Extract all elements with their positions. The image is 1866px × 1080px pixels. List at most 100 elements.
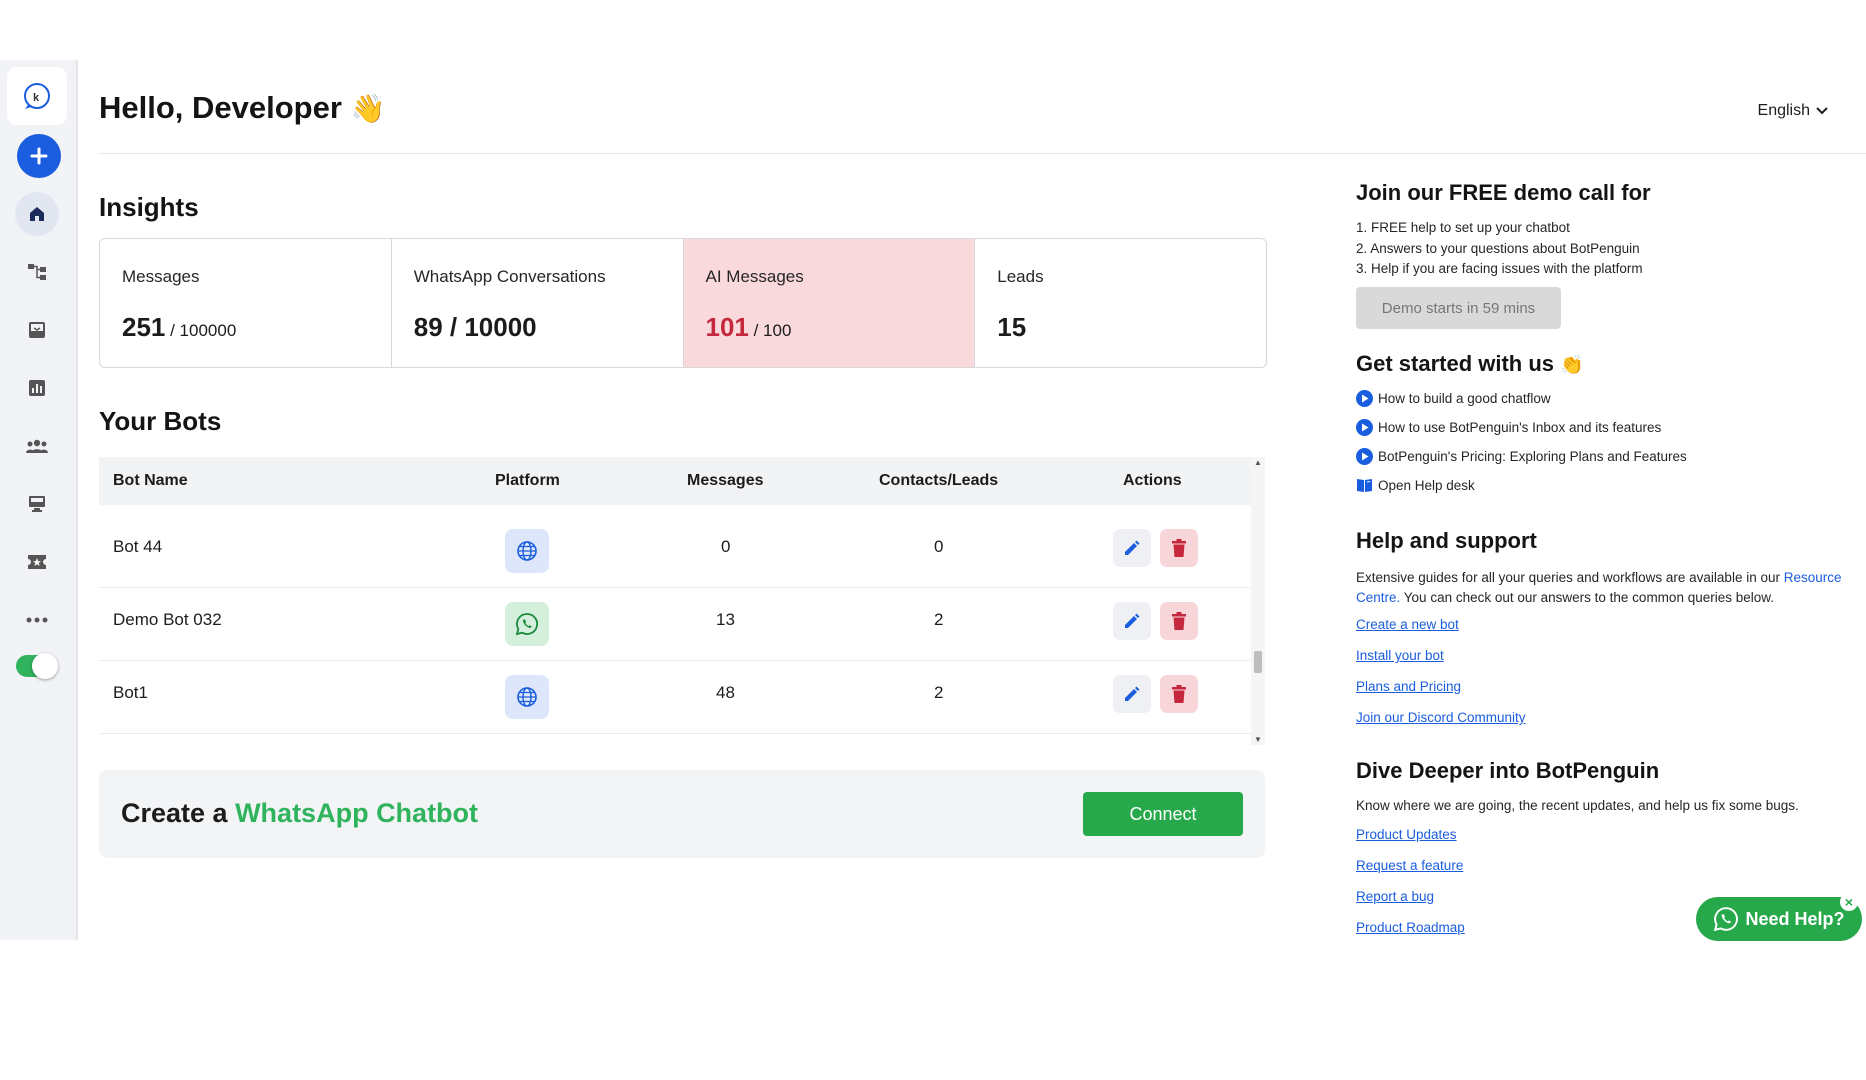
- banner-prefix: Create a: [121, 798, 236, 828]
- ticket-icon: [28, 555, 46, 569]
- insight-limit: / 100000: [165, 321, 237, 340]
- bot-contacts: 2: [934, 610, 944, 629]
- logo-icon[interactable]: k: [7, 67, 67, 125]
- insight-count: 15: [997, 312, 1027, 342]
- delete-button[interactable]: [1160, 529, 1198, 567]
- bot-name[interactable]: Bot1: [113, 683, 148, 703]
- sidebar-item-flows[interactable]: [15, 250, 59, 294]
- page-title: Hello, Developer 👋: [99, 90, 385, 126]
- resource-centre-link-cont[interactable]: Centre.: [1356, 590, 1400, 605]
- sidebar-item-tickets[interactable]: [15, 540, 59, 584]
- edit-button[interactable]: [1113, 529, 1151, 567]
- insight-value: 89 / 10000: [414, 312, 537, 343]
- insight-card-messages: Messages 251 / 100000: [100, 239, 392, 367]
- need-help-label: Need Help?: [1745, 908, 1845, 929]
- insight-value: 15: [997, 312, 1026, 343]
- sidebar-item-contacts[interactable]: [15, 424, 59, 468]
- connect-button[interactable]: Connect: [1083, 792, 1243, 836]
- wave-emoji: 👋: [350, 93, 386, 124]
- dive-deeper-desc: Know where we are going, the recent upda…: [1356, 798, 1799, 813]
- insight-card-leads: Leads 15: [975, 239, 1266, 367]
- table-row[interactable]: Demo Bot 032 13 2: [99, 588, 1251, 661]
- video-link[interactable]: BotPenguin's Pricing: Exploring Plans an…: [1356, 448, 1687, 465]
- bot-name[interactable]: Demo Bot 032: [113, 610, 222, 630]
- product-roadmap-link[interactable]: Product Roadmap: [1356, 920, 1465, 935]
- video-link-label: BotPenguin's Pricing: Exploring Plans an…: [1378, 449, 1687, 464]
- sidebar-item-more[interactable]: [15, 598, 59, 642]
- billing-icon: [29, 496, 45, 512]
- add-bot-button[interactable]: [17, 134, 61, 178]
- video-link[interactable]: How to build a good chatflow: [1356, 390, 1551, 407]
- discord-community-link[interactable]: Join our Discord Community: [1356, 710, 1526, 725]
- play-icon: [1356, 448, 1373, 465]
- insight-limit: / 100: [748, 321, 792, 340]
- language-selector[interactable]: English: [1758, 102, 1828, 120]
- report-bug-link[interactable]: Report a bug: [1356, 889, 1434, 904]
- insight-card-ai-messages: AI Messages 101 / 100: [683, 239, 976, 367]
- delete-button[interactable]: [1160, 602, 1198, 640]
- scroll-down-arrow[interactable]: ▼: [1254, 735, 1262, 744]
- close-icon[interactable]: ×: [1840, 893, 1858, 911]
- greeting-text: Hello, Developer: [99, 90, 342, 125]
- help-desk-link[interactable]: Open Help desk: [1356, 477, 1475, 493]
- video-link-label: How to build a good chatflow: [1378, 391, 1551, 406]
- delete-button[interactable]: [1160, 675, 1198, 713]
- bot-contacts: 2: [934, 683, 944, 702]
- trash-icon: [1172, 612, 1186, 630]
- banner-highlight: WhatsApp Chatbot: [235, 798, 479, 828]
- help-support-desc: Extensive guides for all your queries an…: [1356, 568, 1856, 608]
- table-row[interactable]: Bot1 48 2: [99, 661, 1251, 734]
- bot-status-toggle[interactable]: [16, 653, 58, 679]
- table-scrollbar[interactable]: ▲ ▼: [1251, 457, 1265, 745]
- request-feature-link[interactable]: Request a feature: [1356, 858, 1463, 873]
- plans-pricing-link[interactable]: Plans and Pricing: [1356, 679, 1461, 694]
- insights-title: Insights: [99, 192, 199, 222]
- sidebar-item-billing[interactable]: [15, 482, 59, 526]
- bot-messages: 0: [721, 537, 731, 556]
- table-row[interactable]: Bot 44 0 0: [99, 515, 1251, 588]
- svg-text:k: k: [33, 92, 40, 104]
- insight-value: 101 / 100: [706, 312, 792, 343]
- install-bot-link[interactable]: Install your bot: [1356, 648, 1444, 663]
- resource-centre-link[interactable]: Resource: [1784, 570, 1842, 585]
- insights-panel: Messages 251 / 100000 WhatsApp Conversat…: [99, 238, 1267, 368]
- insight-count: 101: [705, 312, 749, 342]
- col-contacts: Contacts/Leads: [879, 472, 999, 489]
- support-desc-text: Extensive guides for all your queries an…: [1356, 570, 1784, 585]
- edit-button[interactable]: [1113, 602, 1151, 640]
- add-icon: [30, 147, 48, 165]
- create-new-bot-link[interactable]: Create a new bot: [1356, 617, 1459, 632]
- insight-count: 89 / 10000: [413, 312, 537, 342]
- need-help-button[interactable]: Need Help?: [1696, 897, 1862, 941]
- home-icon: [30, 207, 44, 221]
- get-started-title: Get started with us 👏: [1356, 351, 1584, 377]
- insight-label: Messages: [122, 267, 200, 286]
- col-bot-name: Bot Name: [113, 472, 188, 489]
- product-updates-link[interactable]: Product Updates: [1356, 827, 1457, 842]
- platform-website-badge: [505, 675, 549, 719]
- your-bots-title: Your Bots: [99, 406, 222, 436]
- sidebar-item-analytics[interactable]: [15, 366, 59, 410]
- demo-countdown-button[interactable]: Demo starts in 59 mins: [1356, 287, 1561, 329]
- app-root: k Hello, Developer 👋 English Insights Me…: [0, 60, 1866, 941]
- insight-label: WhatsApp Conversations: [413, 267, 606, 286]
- sidebar-item-inbox[interactable]: [15, 308, 59, 352]
- scroll-up-arrow[interactable]: ▲: [1254, 458, 1262, 467]
- edit-button[interactable]: [1113, 675, 1151, 713]
- trash-icon: [1172, 685, 1186, 703]
- pencil-icon: [1125, 686, 1140, 701]
- globe-icon: [517, 687, 537, 707]
- table-header: Bot Name Platform Messages Contacts/Lead…: [99, 457, 1251, 505]
- book-icon: [1357, 479, 1372, 492]
- support-desc-text-2: You can check out our answers to the com…: [1400, 590, 1775, 605]
- bot-name[interactable]: Bot 44: [113, 537, 162, 557]
- bot-messages: 13: [716, 610, 735, 629]
- help-desk-label: Open Help desk: [1378, 477, 1475, 493]
- demo-title: Join our FREE demo call for: [1356, 180, 1651, 205]
- whatsapp-chatbot-banner: Create a WhatsApp Chatbot Connect: [99, 770, 1265, 858]
- video-link[interactable]: How to use BotPenguin's Inbox and its fe…: [1356, 419, 1661, 436]
- sidebar-item-home[interactable]: [15, 192, 59, 236]
- toggle-knob: [32, 653, 58, 679]
- dive-deeper-title: Dive Deeper into BotPenguin: [1356, 758, 1660, 783]
- scroll-thumb[interactable]: [1254, 651, 1262, 673]
